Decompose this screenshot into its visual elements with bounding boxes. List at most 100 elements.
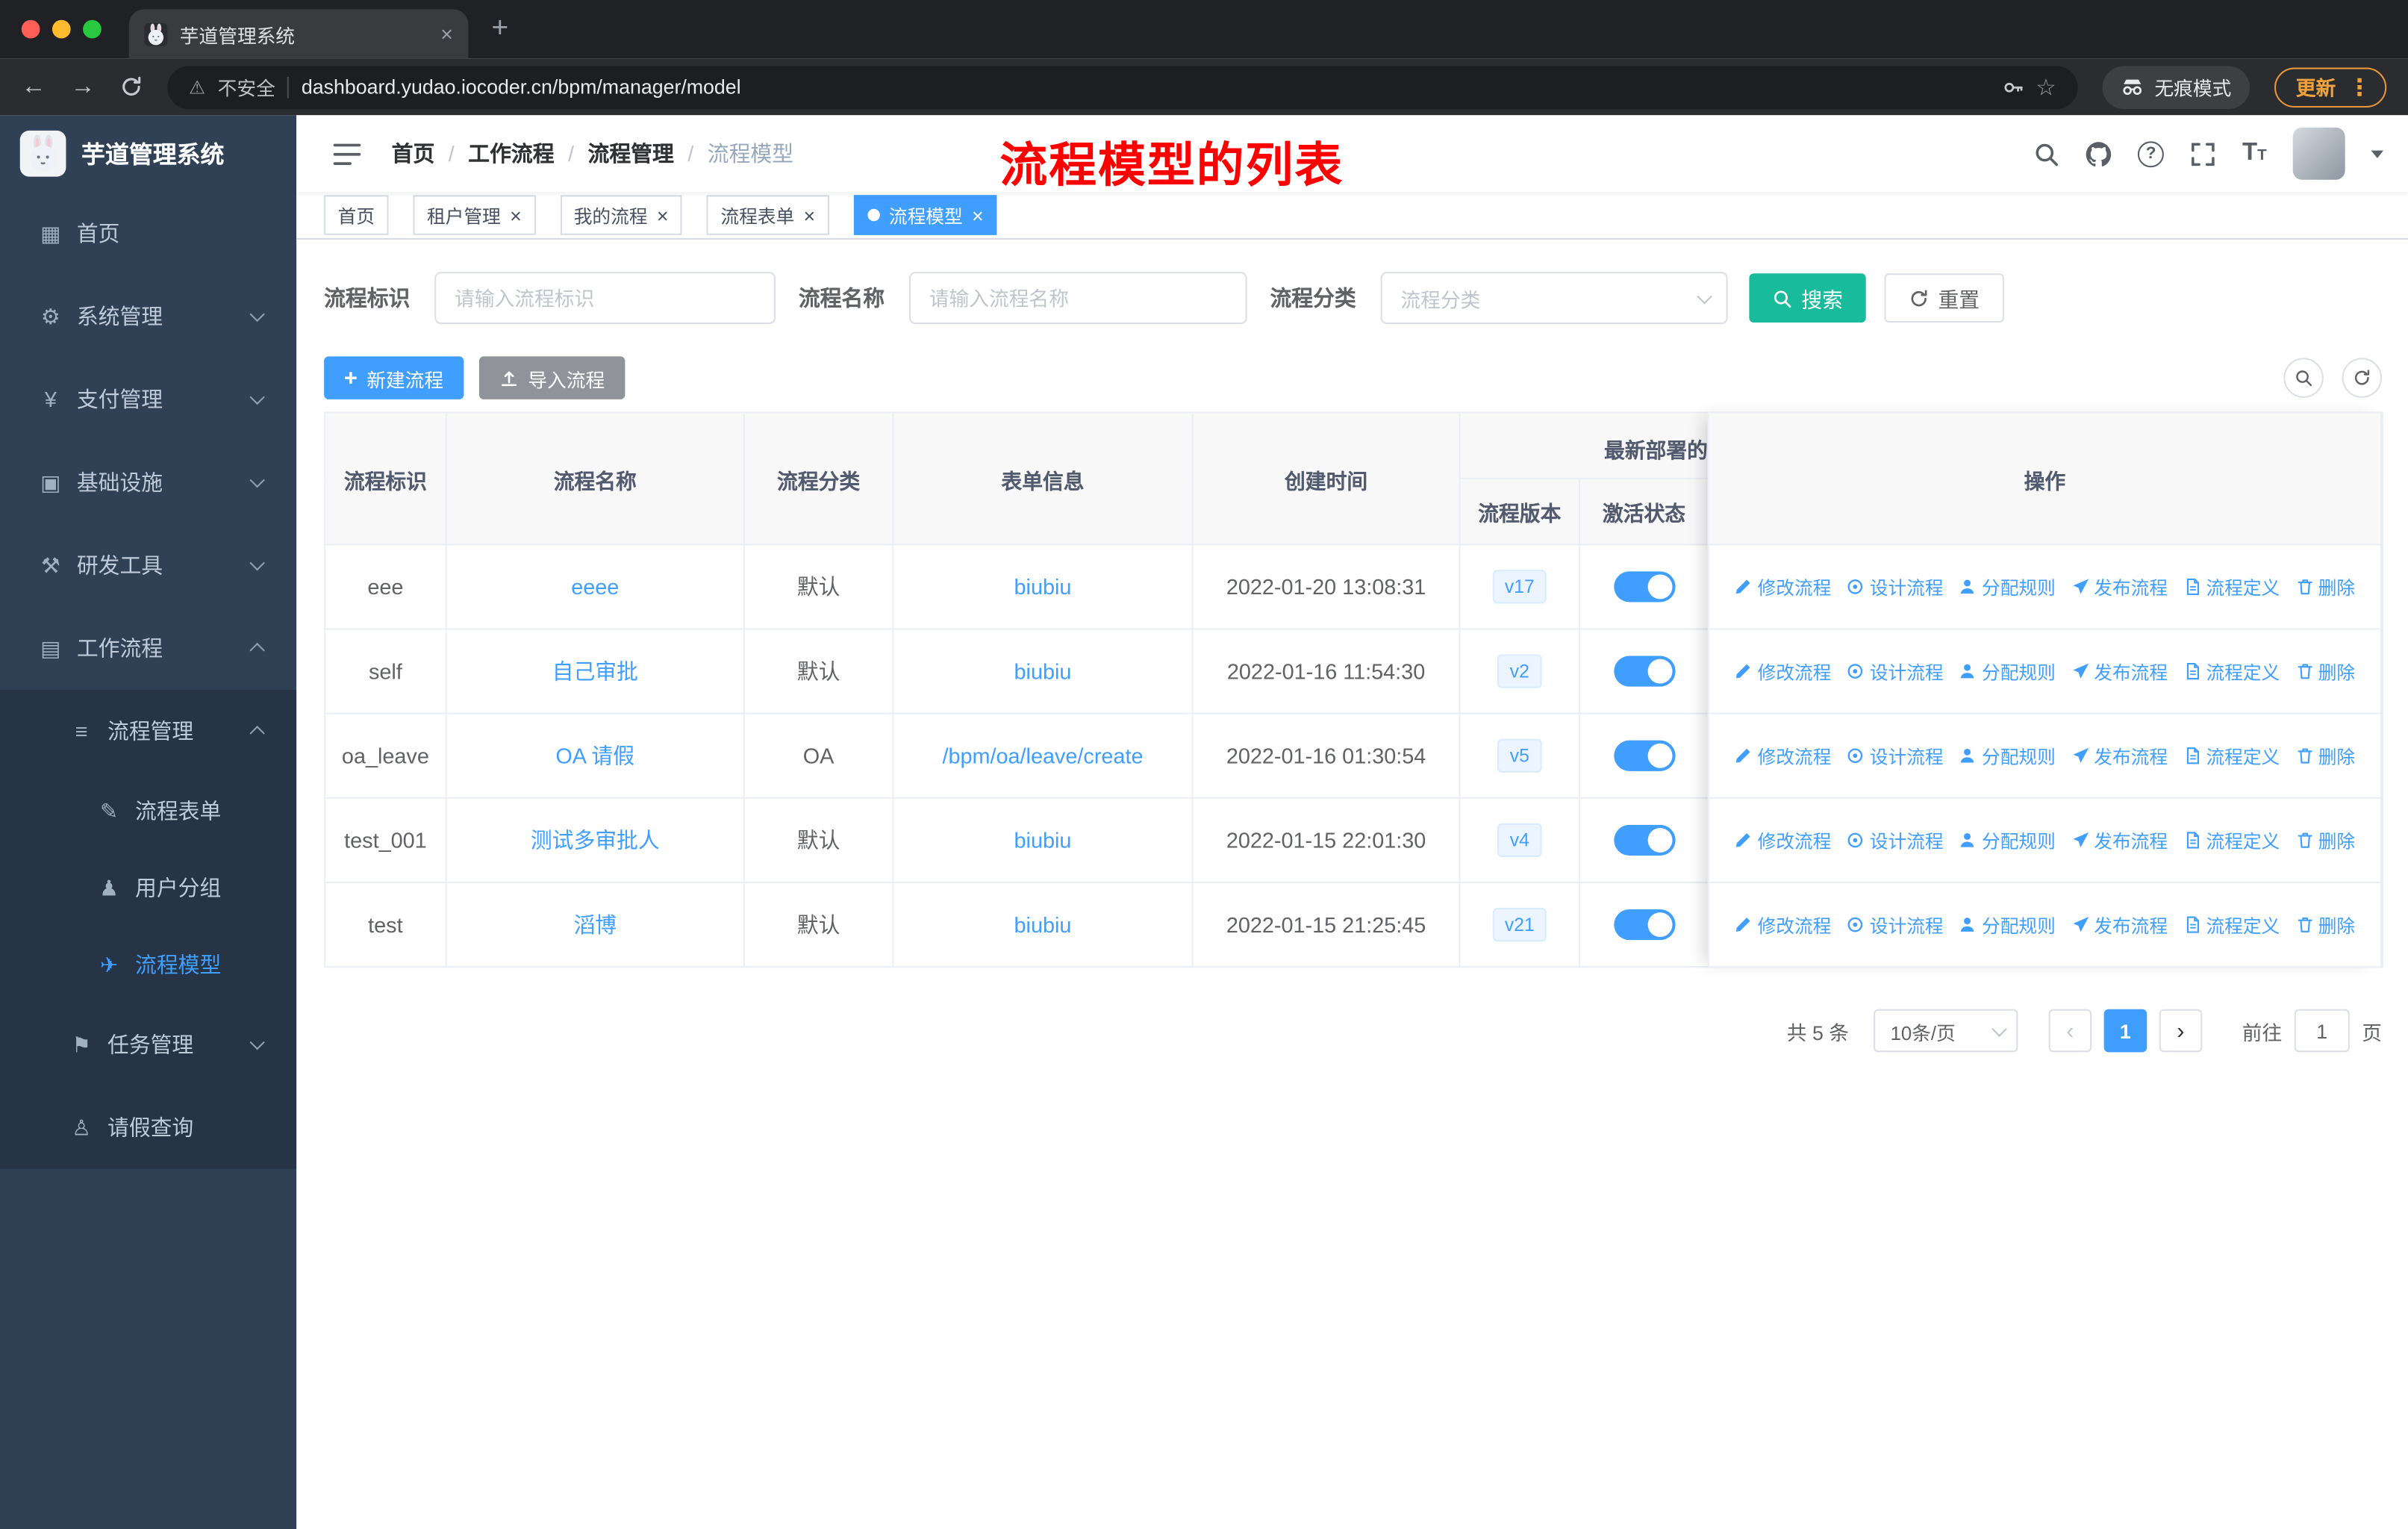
menu-kebab-icon[interactable]: ⋮ [2348, 73, 2371, 101]
process-definition-link[interactable]: 流程定义 [2183, 658, 2280, 685]
process-name-link[interactable]: 滔博 [573, 912, 617, 937]
sidebar-item-home[interactable]: ▦ 首页 [0, 192, 296, 275]
password-key-icon[interactable] [2002, 76, 2024, 98]
assign-rule-link[interactable]: 分配规则 [1959, 743, 2056, 769]
assign-rule-link[interactable]: 分配规则 [1959, 658, 2056, 685]
breadcrumb-process-management[interactable]: 流程管理 [588, 138, 674, 169]
assign-rule-link[interactable]: 分配规则 [1959, 912, 2056, 938]
process-name-link[interactable]: 测试多审批人 [531, 828, 660, 853]
category-select[interactable]: 流程分类 [1380, 272, 1728, 325]
tag-home[interactable]: 首页 [324, 195, 389, 235]
import-process-button[interactable]: 导入流程 [478, 356, 625, 399]
delete-link[interactable]: 删除 [2295, 912, 2355, 938]
active-toggle[interactable] [1613, 571, 1675, 602]
window-close-button[interactable] [21, 19, 40, 39]
goto-page-input[interactable] [2294, 1009, 2350, 1053]
current-page[interactable]: 1 [2103, 1009, 2147, 1053]
form-info-link[interactable]: biubiu [1014, 828, 1072, 853]
modify-process-link[interactable]: 修改流程 [1735, 827, 1831, 853]
close-icon[interactable]: × [804, 205, 816, 225]
publish-process-link[interactable]: 发布流程 [2071, 743, 2168, 769]
form-info-link[interactable]: biubiu [1014, 574, 1072, 599]
assign-rule-link[interactable]: 分配规则 [1959, 573, 2056, 600]
breadcrumb-home[interactable]: 首页 [392, 138, 435, 169]
create-process-button[interactable]: + 新建流程 [324, 356, 464, 399]
delete-link[interactable]: 删除 [2295, 743, 2355, 769]
toggle-search-button[interactable] [2283, 358, 2324, 398]
process-name-input[interactable] [908, 272, 1247, 325]
close-icon[interactable]: × [657, 205, 669, 225]
sidebar-collapse-icon[interactable] [333, 142, 361, 165]
help-icon[interactable]: ? [2138, 140, 2165, 167]
search-icon[interactable] [2033, 140, 2059, 166]
breadcrumb-workflow[interactable]: 工作流程 [468, 138, 554, 169]
process-name-link[interactable]: eeee [571, 574, 619, 599]
refresh-table-button[interactable] [2342, 358, 2383, 398]
reload-icon[interactable] [119, 75, 143, 99]
design-process-link[interactable]: 设计流程 [1847, 827, 1944, 853]
update-button[interactable]: 更新 ⋮ [2274, 66, 2387, 107]
process-definition-link[interactable]: 流程定义 [2183, 743, 2280, 769]
github-icon[interactable] [2086, 140, 2112, 166]
tag-tenant[interactable]: 租户管理 × [413, 195, 536, 235]
next-page-button[interactable]: › [2159, 1009, 2203, 1053]
publish-process-link[interactable]: 发布流程 [2071, 658, 2168, 685]
process-key-input[interactable] [434, 272, 776, 325]
design-process-link[interactable]: 设计流程 [1847, 573, 1944, 600]
active-toggle[interactable] [1613, 655, 1675, 687]
design-process-link[interactable]: 设计流程 [1847, 658, 1944, 685]
sidebar-item-infrastructure[interactable]: ▣ 基础设施 [0, 440, 296, 523]
font-size-icon[interactable]: TT [2242, 140, 2267, 166]
modify-process-link[interactable]: 修改流程 [1735, 743, 1831, 769]
process-name-link[interactable]: OA 请假 [555, 744, 634, 768]
window-zoom-button[interactable] [83, 19, 102, 39]
active-toggle[interactable] [1613, 824, 1675, 856]
modify-process-link[interactable]: 修改流程 [1735, 573, 1831, 600]
delete-link[interactable]: 删除 [2295, 827, 2355, 853]
window-minimize-button[interactable] [52, 19, 71, 39]
process-name-link[interactable]: 自己审批 [552, 659, 638, 684]
tab-close-icon[interactable]: × [440, 23, 453, 45]
sidebar-item-user-group[interactable]: ♟ 用户分组 [0, 849, 297, 927]
design-process-link[interactable]: 设计流程 [1847, 743, 1944, 769]
process-definition-link[interactable]: 流程定义 [2183, 827, 2280, 853]
publish-process-link[interactable]: 发布流程 [2071, 912, 2168, 938]
active-toggle[interactable] [1613, 740, 1675, 771]
delete-link[interactable]: 删除 [2295, 573, 2355, 600]
sidebar-item-workflow[interactable]: ▤ 工作流程 [0, 607, 296, 690]
search-button[interactable]: 搜索 [1749, 273, 1866, 323]
reset-button[interactable]: 重置 [1884, 273, 2004, 323]
modify-process-link[interactable]: 修改流程 [1735, 912, 1831, 938]
fullscreen-icon[interactable] [2190, 140, 2216, 166]
tag-my-process[interactable]: 我的流程 × [560, 195, 682, 235]
prev-page-button[interactable]: ‹ [2048, 1009, 2092, 1053]
sidebar-item-leave-query[interactable]: ♙ 请假查询 [0, 1086, 297, 1169]
sidebar-item-task-management[interactable]: ⚑ 任务管理 [0, 1003, 297, 1086]
close-icon[interactable]: × [972, 205, 984, 225]
modify-process-link[interactable]: 修改流程 [1735, 658, 1831, 685]
form-info-link[interactable]: /bpm/oa/leave/create [942, 744, 1143, 768]
tag-process-form[interactable]: 流程表单 × [706, 195, 829, 235]
sidebar-item-process-form[interactable]: ✎ 流程表单 [0, 772, 297, 850]
sidebar-item-process-management[interactable]: ≡ 流程管理 [0, 689, 297, 773]
user-avatar[interactable] [2292, 127, 2345, 180]
sidebar-item-process-model[interactable]: ✈ 流程模型 [0, 926, 297, 1003]
close-icon[interactable]: × [510, 205, 522, 225]
tag-process-model[interactable]: 流程模型 × [853, 195, 998, 235]
active-toggle[interactable] [1613, 909, 1675, 941]
form-info-link[interactable]: biubiu [1014, 659, 1072, 684]
sidebar-item-devtools[interactable]: ⚒ 研发工具 [0, 524, 296, 607]
publish-process-link[interactable]: 发布流程 [2071, 827, 2168, 853]
sidebar-item-system[interactable]: ⚙ 系统管理 [0, 275, 296, 358]
forward-icon[interactable]: → [71, 74, 96, 99]
sidebar-item-payment[interactable]: ¥ 支付管理 [0, 358, 296, 440]
design-process-link[interactable]: 设计流程 [1847, 912, 1944, 938]
back-icon[interactable]: ← [22, 74, 46, 99]
publish-process-link[interactable]: 发布流程 [2071, 573, 2168, 600]
new-tab-button[interactable]: + [491, 12, 508, 46]
browser-tab[interactable]: 芋道管理系统 × [128, 9, 469, 59]
process-definition-link[interactable]: 流程定义 [2183, 573, 2280, 600]
page-size-select[interactable]: 10条/页 [1873, 1009, 2018, 1053]
form-info-link[interactable]: biubiu [1014, 912, 1072, 937]
bookmark-star-icon[interactable]: ☆ [2036, 73, 2056, 101]
